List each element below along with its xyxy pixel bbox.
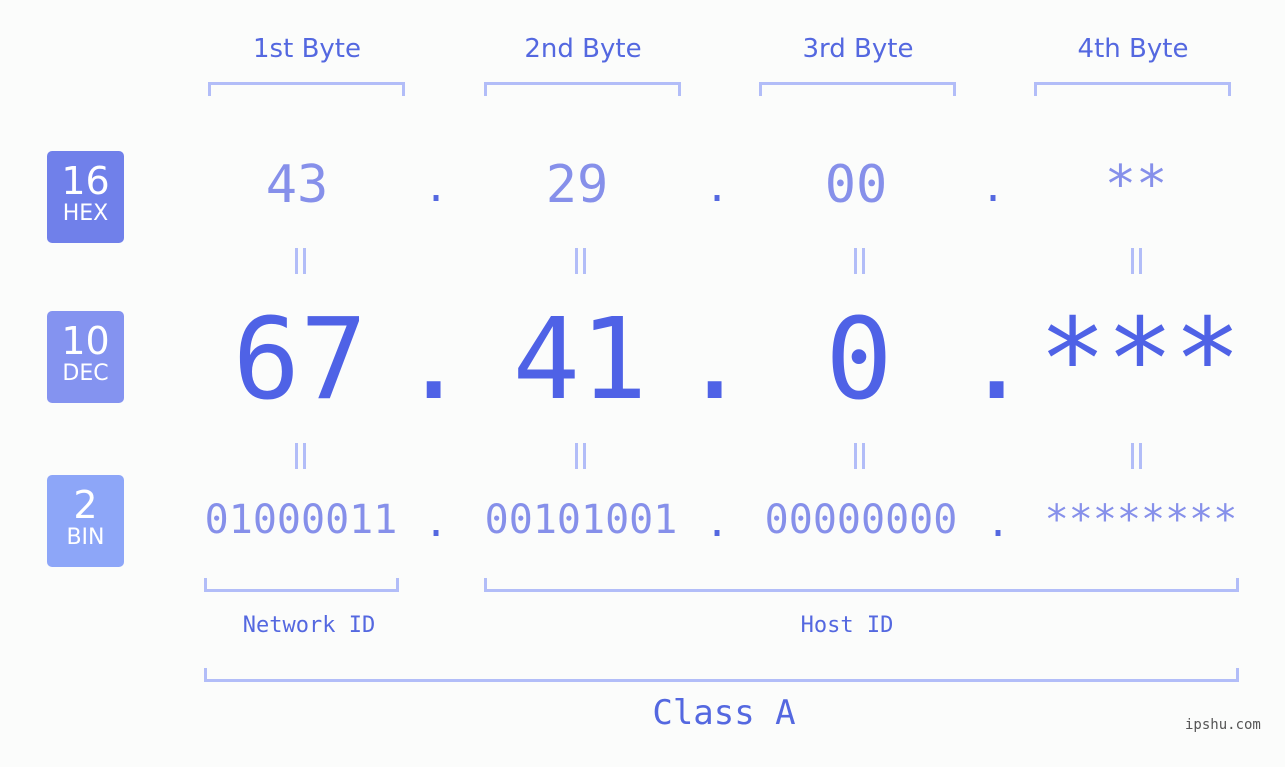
hex-badge-label: HEX <box>62 201 109 226</box>
bin-byte-2: 00101001 <box>484 497 678 543</box>
host-id-bracket <box>484 578 1239 592</box>
byte-bracket-3 <box>759 82 956 96</box>
bin-byte-3: 00000000 <box>764 497 958 543</box>
hex-byte-2: 29 <box>545 155 609 215</box>
hex-dot-1: . <box>424 165 449 211</box>
byte-header-1: 1st Byte <box>253 34 361 64</box>
equals-icon <box>573 248 587 274</box>
bin-dot-2: . <box>705 500 730 546</box>
hex-badge: 16 HEX <box>47 151 124 243</box>
dec-dot-2: . <box>681 295 749 425</box>
byte-header-3: 3rd Byte <box>802 34 914 64</box>
network-id-bracket <box>204 578 399 592</box>
equals-icon <box>573 443 587 469</box>
host-id-label: Host ID <box>800 613 894 638</box>
bin-dot-3: . <box>986 500 1011 546</box>
hex-badge-base: 16 <box>61 159 110 203</box>
byte-header-4: 4th Byte <box>1077 34 1189 64</box>
bin-byte-1: 01000011 <box>204 497 398 543</box>
dec-badge-label: DEC <box>62 361 109 386</box>
equals-icon <box>1129 443 1143 469</box>
dec-dot-1: . <box>400 295 468 425</box>
dec-dot-3: . <box>963 295 1031 425</box>
byte-header-2: 2nd Byte <box>524 34 642 64</box>
dec-byte-2: 41 <box>512 295 648 425</box>
equals-icon <box>293 248 307 274</box>
equals-icon <box>852 248 866 274</box>
bin-badge-base: 2 <box>73 483 98 527</box>
dec-badge: 10 DEC <box>47 311 124 403</box>
equals-icon <box>1129 248 1143 274</box>
dec-byte-1: 67 <box>232 295 368 425</box>
dec-badge-base: 10 <box>61 319 110 363</box>
dec-byte-4: *** <box>1038 295 1242 425</box>
byte-bracket-4 <box>1034 82 1231 96</box>
hex-byte-4: ** <box>1104 155 1168 215</box>
network-id-label: Network ID <box>242 613 376 638</box>
class-label: Class A <box>652 693 796 733</box>
equals-icon <box>852 443 866 469</box>
watermark: ipshu.com <box>1185 717 1261 733</box>
bin-badge: 2 BIN <box>47 475 124 567</box>
hex-byte-1: 43 <box>265 155 329 215</box>
hex-dot-3: . <box>981 165 1006 211</box>
byte-bracket-1 <box>208 82 405 96</box>
byte-bracket-2 <box>484 82 681 96</box>
hex-byte-3: 00 <box>824 155 888 215</box>
class-bracket <box>204 668 1239 682</box>
hex-dot-2: . <box>705 165 730 211</box>
equals-icon <box>293 443 307 469</box>
bin-badge-label: BIN <box>66 525 105 550</box>
bin-dot-1: . <box>424 500 449 546</box>
bin-byte-4: ******** <box>1044 497 1238 543</box>
dec-byte-3: 0 <box>825 295 893 425</box>
